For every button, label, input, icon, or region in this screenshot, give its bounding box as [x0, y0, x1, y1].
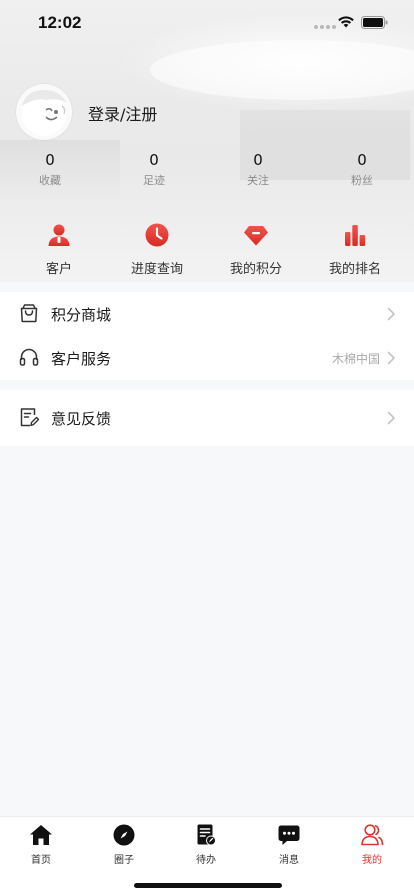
menu-item-label: 积分商城	[51, 306, 112, 324]
feedback-icon	[20, 408, 40, 427]
stat-label: 足迹	[143, 174, 165, 187]
battery-icon	[361, 16, 388, 29]
stat-footprints[interactable]: 0 足迹	[114, 151, 194, 188]
tab-todo[interactable]: 待办	[176, 823, 236, 866]
tab-label: 待办	[196, 855, 216, 866]
tab-label: 首页	[31, 855, 51, 866]
quick-progress-query[interactable]: 进度查询	[112, 222, 202, 277]
menu-item-value: 木棉中国	[331, 352, 380, 366]
stat-value: 0	[149, 151, 159, 169]
menu-item-points-mall[interactable]: 积分商城	[0, 292, 414, 336]
cellular-signal-icon	[314, 25, 336, 29]
quick-label: 我的积分	[229, 262, 282, 277]
wifi-icon	[338, 16, 354, 28]
stat-value: 0	[357, 151, 367, 169]
status-bar: 12:02	[0, 0, 414, 46]
menu-item-feedback[interactable]: 意见反馈	[0, 390, 414, 446]
menu-group-2: 意见反馈	[0, 390, 414, 446]
stat-label: 关注	[247, 174, 269, 187]
chevron-right-icon	[387, 351, 395, 365]
quick-my-ranking[interactable]: 我的排名	[310, 222, 400, 277]
tab-label: 我的	[362, 855, 382, 866]
stat-following[interactable]: 0 关注	[218, 151, 298, 188]
bar-chart-icon	[345, 225, 366, 246]
default-avatar-icon	[22, 90, 66, 136]
avatar[interactable]	[16, 84, 72, 140]
shopping-bag-icon	[20, 304, 38, 323]
compass-icon	[113, 824, 135, 846]
headphones-icon	[19, 348, 39, 366]
stat-label: 粉丝	[351, 174, 373, 187]
menu-group-1: 积分商城 客户服务 木棉中国	[0, 292, 414, 380]
status-time: 12:02	[38, 13, 82, 32]
quick-actions: 客户 进度查询 我的积分 我的排名	[0, 222, 414, 282]
tab-label: 圈子	[114, 855, 134, 866]
stats-row: 0 收藏 0 足迹 0 关注 0 粉丝	[0, 151, 414, 191]
todo-icon	[197, 824, 216, 846]
stat-fans[interactable]: 0 粉丝	[322, 151, 402, 188]
quick-label: 我的排名	[328, 262, 381, 277]
message-icon	[278, 825, 300, 845]
stat-label: 收藏	[39, 174, 61, 187]
stat-favorites[interactable]: 0 收藏	[10, 151, 90, 188]
tab-circle[interactable]: 圈子	[94, 823, 154, 866]
stat-value: 0	[253, 151, 263, 169]
chevron-right-icon	[387, 411, 395, 425]
quick-label: 进度查询	[130, 262, 183, 277]
chevron-right-icon	[387, 307, 395, 321]
quick-my-points[interactable]: 我的积分	[211, 222, 301, 277]
diamond-icon	[244, 226, 268, 246]
quick-label: 客户	[45, 262, 72, 277]
login-register-link[interactable]: 登录/注册	[88, 101, 157, 125]
home-indicator	[134, 883, 282, 888]
user-icon	[361, 824, 384, 846]
home-icon	[30, 825, 52, 845]
menu-item-customer-service[interactable]: 客户服务 木棉中国	[0, 336, 414, 380]
tab-mine[interactable]: 我的	[342, 823, 402, 866]
menu-item-label: 意见反馈	[51, 410, 112, 428]
tab-home[interactable]: 首页	[11, 823, 71, 866]
tab-label: 消息	[279, 855, 299, 866]
customer-icon	[48, 224, 70, 246]
stat-value: 0	[45, 151, 55, 169]
clock-icon	[145, 223, 169, 247]
menu-item-label: 客户服务	[51, 350, 112, 368]
tab-messages[interactable]: 消息	[259, 823, 319, 866]
quick-customer[interactable]: 客户	[14, 222, 104, 277]
